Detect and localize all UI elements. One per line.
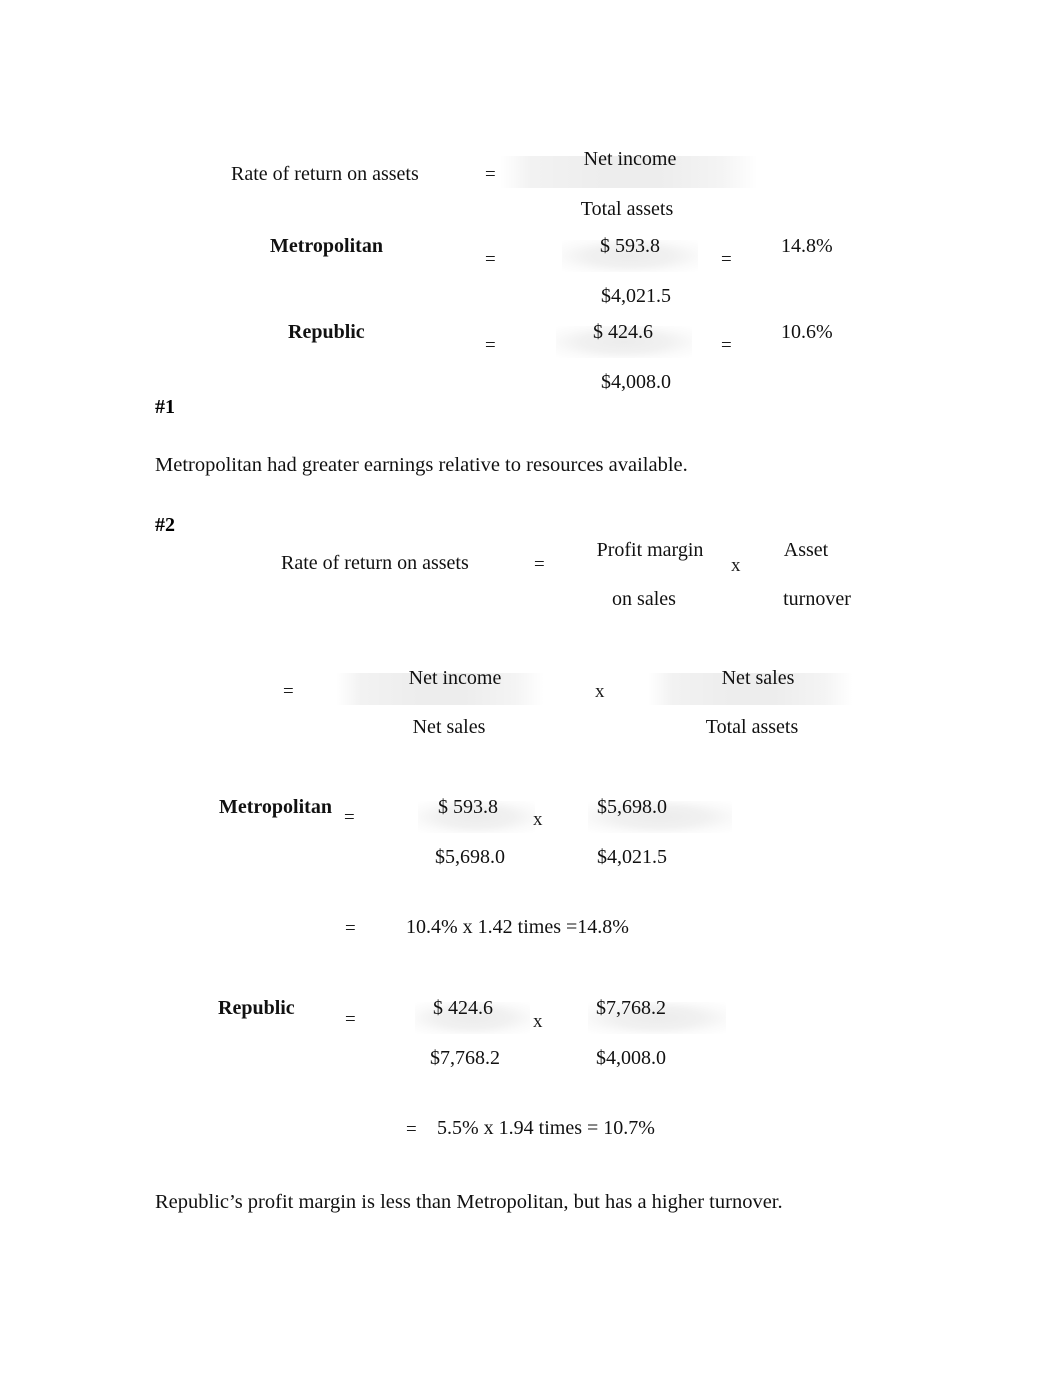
equals-sign: =	[345, 1009, 356, 1030]
equals-sign: =	[344, 807, 355, 828]
company-label-republic: Republic	[288, 321, 365, 343]
times-sign: x	[595, 681, 605, 702]
frac1-numerator: $ 424.6	[433, 997, 493, 1019]
equals-sign: =	[534, 554, 545, 575]
company-label-metropolitan: Metropolitan	[270, 235, 383, 257]
frac1-denominator: $5,698.0	[435, 846, 505, 868]
formula-denominator: Total assets	[580, 198, 674, 220]
frac2-denominator: $4,008.0	[596, 1047, 666, 1069]
asset-turnover-line1: Asset	[783, 539, 829, 561]
company-label-republic: Republic	[218, 997, 295, 1019]
frac2-numerator: $5,698.0	[597, 796, 667, 818]
result-value: 14.8%	[781, 235, 833, 257]
frac2-numerator: $7,768.2	[596, 997, 666, 1019]
times-sign: x	[533, 1011, 543, 1032]
denominator-value: $4,008.0	[601, 371, 671, 393]
numerator-value: $ 593.8	[600, 235, 660, 257]
equals-sign: =	[485, 164, 496, 185]
rate-of-return-label: Rate of return on assets	[231, 163, 419, 185]
answer-1-text: Metropolitan had greater earnings relati…	[155, 454, 688, 476]
company-label-metropolitan: Metropolitan	[219, 796, 332, 818]
section-marker-2: #2	[155, 514, 175, 536]
equals-sign-result: =	[721, 335, 732, 356]
rate-of-return-label: Rate of return on assets	[281, 552, 469, 574]
equals-sign-result: =	[721, 249, 732, 270]
result-value: 10.6%	[781, 321, 833, 343]
frac1-denominator: $7,768.2	[430, 1047, 500, 1069]
frac1-numerator: Net income	[408, 667, 502, 689]
result-expression: 10.4% x 1.42 times =14.8%	[406, 916, 629, 938]
frac2-numerator: Net sales	[721, 667, 795, 689]
asset-turnover-line2: turnover	[783, 588, 851, 610]
equals-sign-result: =	[406, 1119, 417, 1140]
result-expression: 5.5% x 1.94 times = 10.7%	[437, 1117, 655, 1139]
equals-sign: =	[485, 335, 496, 356]
profit-margin-line2: on sales	[612, 588, 676, 610]
times-sign: x	[533, 809, 543, 830]
equals-sign-result: =	[345, 918, 356, 939]
numerator-value: $ 424.6	[593, 321, 653, 343]
frac1-numerator: $ 593.8	[438, 796, 498, 818]
equals-sign: =	[283, 681, 294, 702]
profit-margin-line1: Profit margin	[596, 539, 704, 561]
frac1-denominator: Net sales	[412, 716, 486, 738]
equals-sign: =	[485, 249, 496, 270]
frac2-denominator: $4,021.5	[597, 846, 667, 868]
times-sign: x	[731, 555, 741, 576]
conclusion-text: Republic’s profit margin is less than Me…	[155, 1191, 783, 1213]
formula-numerator: Net income	[583, 148, 677, 170]
section-marker-1: #1	[155, 396, 175, 418]
denominator-value: $4,021.5	[601, 285, 671, 307]
frac2-denominator: Total assets	[705, 716, 799, 738]
